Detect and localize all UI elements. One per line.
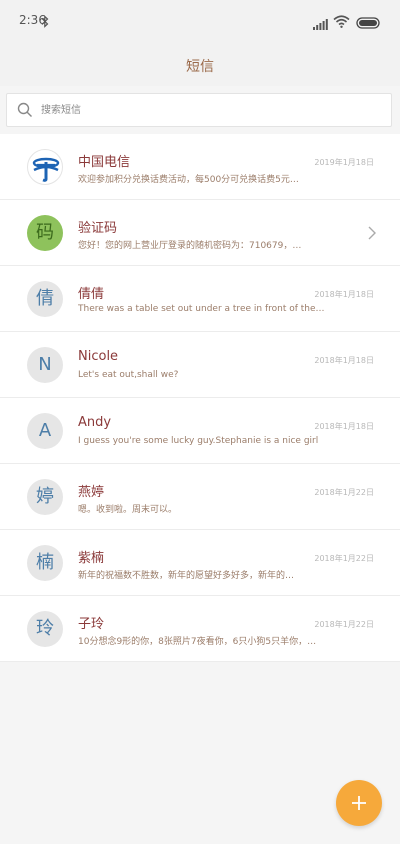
wifi-icon (333, 13, 350, 32)
conversation-avatar: 玲 (27, 611, 63, 647)
conversation-avatar: 码 (27, 215, 63, 251)
conversation-sender: 燕婷 (78, 485, 105, 500)
conversation-avatar: 倩 (27, 281, 63, 317)
conversation-sender: 中国电信 (78, 155, 131, 170)
conversation-item[interactable]: A Andy 2018年1月18日 I guess you're some lu… (0, 398, 400, 464)
conversation-preview: 欢迎参加积分兑换话费活动，每500分可兑换话费5元… (78, 175, 299, 185)
conversation-preview: 新年的祝福数不胜数，新年的愿望好多好多，新年的… (78, 571, 295, 581)
header: 短信 (0, 42, 400, 86)
conversation-item[interactable]: 婷 燕婷 2018年1月22日 嗯。收到啦。周末可以。 (0, 464, 400, 530)
conversation-avatar: 楠 (27, 545, 63, 581)
conversation-preview: 嗯。收到啦。周末可以。 (78, 505, 178, 515)
page-title: 短信 (186, 59, 214, 75)
conversation-item[interactable]: 中国电信 2019年1月18日 欢迎参加积分兑换话费活动，每500分可兑换话费5… (0, 134, 400, 200)
conversation-list: 中国电信 2019年1月18日 欢迎参加积分兑换话费活动，每500分可兑换话费5… (0, 134, 400, 662)
conversation-preview: I guess you're some lucky guy.Stephanie … (78, 436, 319, 446)
conversation-sender: 验证码 (78, 221, 118, 236)
plus-icon (352, 796, 366, 810)
chevron-right-icon[interactable] (368, 225, 376, 244)
bluetooth-icon (41, 13, 49, 32)
conversation-avatar: 婷 (27, 479, 63, 515)
search-input[interactable] (41, 98, 381, 122)
signal-icon (313, 15, 328, 34)
conversation-preview: 您好！您的网上营业厅登录的随机密码为：710679，… (78, 241, 302, 251)
new-message-button[interactable] (336, 780, 382, 826)
conversation-date: 2018年1月18日 (314, 422, 374, 431)
china-telecom-logo-icon (27, 149, 63, 185)
conversation-preview: Let's eat out,shall we? (78, 370, 179, 380)
conversation-item[interactable]: 倩 倩倩 2018年1月18日 There was a table set ou… (0, 266, 400, 332)
search-icon (17, 102, 33, 122)
conversation-date: 2018年1月18日 (314, 356, 374, 365)
conversation-avatar: N (27, 347, 63, 383)
conversation-item[interactable]: 楠 紫楠 2018年1月22日 新年的祝福数不胜数，新年的愿望好多好多，新年的… (0, 530, 400, 596)
conversation-preview: There was a table set out under a tree i… (78, 304, 325, 314)
conversation-avatar: A (27, 413, 63, 449)
conversation-date: 2018年1月18日 (314, 290, 374, 299)
conversation-date: 2018年1月22日 (314, 554, 374, 563)
status-bar: 2:36 (0, 0, 400, 42)
conversation-item[interactable]: N Nicole 2018年1月18日 Let's eat out,shall … (0, 332, 400, 398)
conversation-date: 2018年1月22日 (314, 620, 374, 629)
search-bar[interactable] (6, 93, 392, 127)
conversation-sender: Nicole (78, 349, 119, 364)
conversation-sender: 子玲 (78, 617, 105, 632)
conversation-date: 2019年1月18日 (314, 158, 374, 167)
conversation-sender: 倩倩 (78, 287, 105, 302)
conversation-sender: 紫楠 (78, 551, 105, 566)
conversation-item[interactable]: 码 验证码 您好！您的网上营业厅登录的随机密码为：710679，… (0, 200, 400, 266)
battery-icon (356, 14, 382, 33)
conversation-item[interactable]: 玲 子玲 2018年1月22日 10分想念9形的你，8张照片7夜看你，6只小狗5… (0, 596, 400, 662)
conversation-preview: 10分想念9形的你，8张照片7夜看你，6只小狗5只羊你，… (78, 637, 317, 647)
conversation-sender: Andy (78, 415, 112, 430)
conversation-date: 2018年1月22日 (314, 488, 374, 497)
